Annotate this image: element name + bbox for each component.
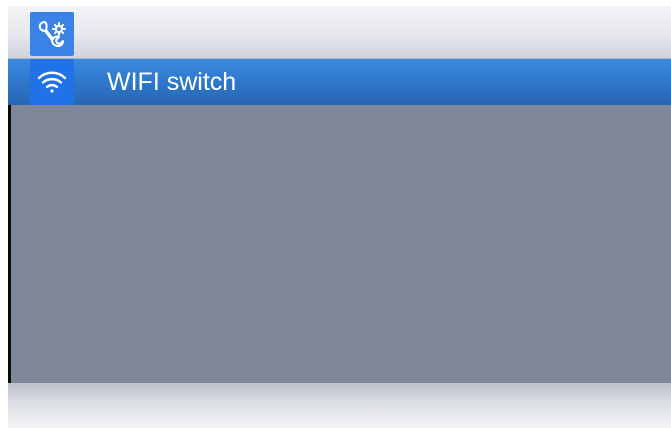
wrench-gear-icon[interactable]	[30, 12, 74, 56]
header-bar	[8, 6, 671, 59]
menu-item-wifi-switch[interactable]: WIFI switch	[8, 59, 671, 105]
footer-bar	[8, 383, 671, 428]
settings-screen: WIFI switch	[8, 6, 671, 428]
menu-item-label: WIFI switch	[107, 68, 237, 96]
wifi-icon	[30, 59, 74, 105]
